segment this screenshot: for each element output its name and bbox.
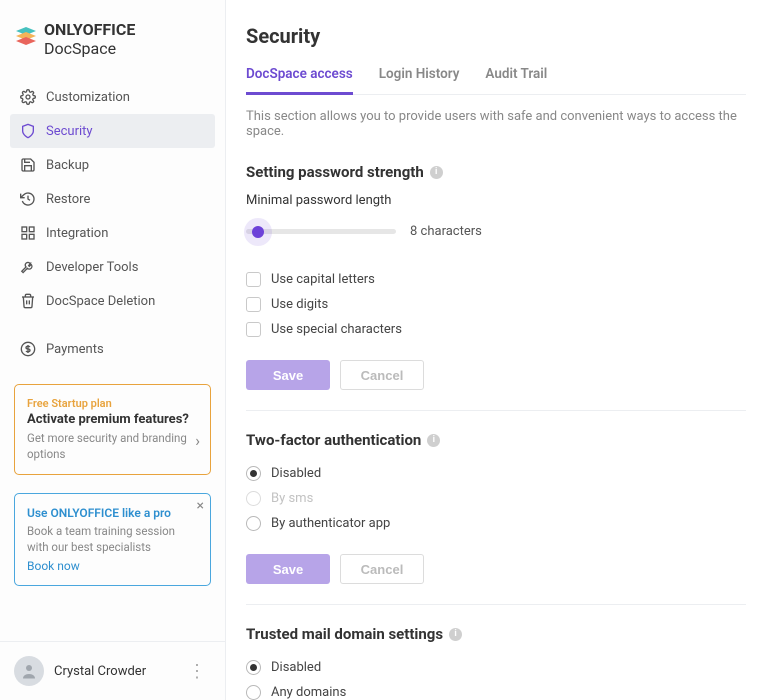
- tabs: DocSpace access Login History Audit Trai…: [246, 66, 746, 95]
- tab-docspace-access[interactable]: DocSpace access: [246, 66, 353, 95]
- checkbox-label: Use capital letters: [271, 272, 375, 287]
- password-length-slider[interactable]: [246, 229, 396, 234]
- checkbox-capital[interactable]: [246, 272, 261, 287]
- radio-tfa-sms: [246, 491, 261, 506]
- sidebar-item-developer-tools[interactable]: Developer Tools: [10, 250, 215, 284]
- sidebar-item-label: Integration: [46, 226, 108, 241]
- info-icon[interactable]: i: [449, 628, 462, 641]
- grid-icon: [20, 225, 36, 241]
- password-buttons: Save Cancel: [246, 360, 746, 390]
- radio-label: Disabled: [271, 466, 321, 481]
- sidebar-item-label: Payments: [46, 342, 104, 357]
- checkbox-special[interactable]: [246, 322, 261, 337]
- chevron-right-icon: ›: [195, 431, 200, 450]
- promo-link[interactable]: Book now: [27, 559, 198, 573]
- cancel-button[interactable]: Cancel: [340, 360, 424, 390]
- sidebar-item-label: Restore: [46, 192, 90, 207]
- sidebar-nav: Customization Security Backup Restore In: [0, 80, 225, 366]
- sidebar-item-docspace-deletion[interactable]: DocSpace Deletion: [10, 284, 215, 318]
- sidebar-item-backup[interactable]: Backup: [10, 148, 215, 182]
- tfa-buttons: Save Cancel: [246, 554, 746, 584]
- info-icon[interactable]: i: [430, 166, 443, 179]
- checkbox-label: Use digits: [271, 297, 328, 312]
- min-password-label: Minimal password length: [246, 193, 746, 208]
- radio-label: Disabled: [271, 660, 321, 675]
- save-button[interactable]: Save: [246, 360, 330, 390]
- trusted-option-any: Any domains: [246, 680, 746, 700]
- section-password-title: Setting password strength i: [246, 163, 746, 181]
- tfa-option-app: By authenticator app: [246, 511, 746, 536]
- section-trusted-title: Trusted mail domain settings i: [246, 625, 746, 643]
- history-icon: [20, 191, 36, 207]
- close-icon[interactable]: ×: [197, 498, 204, 514]
- divider: [246, 604, 746, 605]
- brand-logo[interactable]: ONLYOFFICE DocSpace: [0, 0, 225, 80]
- promo-sub: Book a team training session with our be…: [27, 524, 198, 555]
- tab-audit-trail[interactable]: Audit Trail: [485, 66, 547, 94]
- sidebar-item-label: Backup: [46, 158, 89, 173]
- radio-trusted-disabled[interactable]: [246, 660, 261, 675]
- shield-icon: [20, 123, 36, 139]
- section-description: This section allows you to provide users…: [246, 109, 746, 139]
- tab-login-history[interactable]: Login History: [379, 66, 460, 94]
- tfa-option-sms: By sms: [246, 486, 746, 511]
- trusted-option-disabled: Disabled: [246, 655, 746, 680]
- checkbox-digits[interactable]: [246, 297, 261, 312]
- brand-name: ONLYOFFICE DocSpace: [44, 20, 211, 58]
- radio-label: Any domains: [271, 685, 346, 700]
- sidebar-item-security[interactable]: Security: [10, 114, 215, 148]
- radio-label: By sms: [271, 491, 313, 506]
- logo-icon: [14, 25, 38, 53]
- radio-label: By authenticator app: [271, 516, 390, 531]
- tools-icon: [20, 259, 36, 275]
- promo-headline: Use ONLYOFFICE like a pro: [27, 506, 198, 520]
- sidebar-item-integration[interactable]: Integration: [10, 216, 215, 250]
- cancel-button[interactable]: Cancel: [340, 554, 424, 584]
- save-button[interactable]: Save: [246, 554, 330, 584]
- sidebar-item-label: Security: [46, 124, 93, 139]
- sidebar-item-payments[interactable]: Payments: [10, 332, 215, 366]
- save-icon: [20, 157, 36, 173]
- sidebar-item-customization[interactable]: Customization: [10, 80, 215, 114]
- check-special-row: Use special characters: [246, 317, 746, 342]
- main-content: Security DocSpace access Login History A…: [226, 0, 766, 700]
- page-title: Security: [246, 24, 746, 48]
- password-length-value: 8 characters: [410, 224, 482, 239]
- radio-tfa-app[interactable]: [246, 516, 261, 531]
- slider-thumb[interactable]: [252, 226, 264, 238]
- radio-trusted-any[interactable]: [246, 685, 261, 700]
- divider: [246, 410, 746, 411]
- promo-sub: Get more security and branding options: [27, 431, 198, 462]
- avatar[interactable]: [14, 656, 44, 686]
- tfa-option-disabled: Disabled: [246, 461, 746, 486]
- sidebar-item-restore[interactable]: Restore: [10, 182, 215, 216]
- promo-startup-plan[interactable]: Free Startup plan Activate premium featu…: [14, 384, 211, 475]
- sidebar-item-label: Developer Tools: [46, 260, 138, 275]
- gear-icon: [20, 89, 36, 105]
- radio-tfa-disabled[interactable]: [246, 466, 261, 481]
- info-icon[interactable]: i: [427, 434, 440, 447]
- sidebar-item-label: DocSpace Deletion: [46, 294, 155, 309]
- password-length-slider-row: 8 characters: [246, 224, 746, 239]
- check-capital-row: Use capital letters: [246, 267, 746, 292]
- sidebar: ONLYOFFICE DocSpace Customization Securi…: [0, 0, 226, 700]
- promo-headline: Activate premium features?: [27, 412, 198, 427]
- kebab-menu-icon[interactable]: ⋮: [184, 661, 211, 682]
- username: Crystal Crowder: [54, 664, 174, 679]
- promo-tag: Free Startup plan: [27, 397, 198, 410]
- trash-icon: [20, 293, 36, 309]
- sidebar-footer: Crystal Crowder ⋮: [0, 641, 225, 700]
- check-digits-row: Use digits: [246, 292, 746, 317]
- section-tfa-title: Two-factor authentication i: [246, 431, 746, 449]
- promo-training: × Use ONLYOFFICE like a pro Book a team …: [14, 493, 211, 586]
- checkbox-label: Use special characters: [271, 322, 402, 337]
- sidebar-item-label: Customization: [46, 90, 130, 105]
- dollar-icon: [20, 341, 36, 357]
